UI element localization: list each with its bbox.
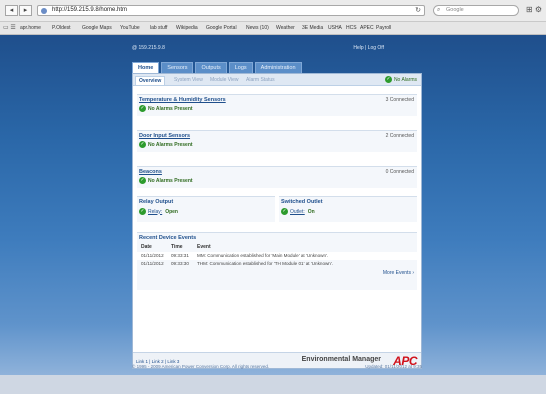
browser-toolbar: ◂ ▸ http://159.215.9.8/home.htm ↻ ⌕ Goog… (0, 0, 546, 22)
event-date: 01/11/2012 (141, 261, 164, 266)
bookmark-item[interactable]: Wikipedia (176, 25, 198, 31)
switched-outlet-title: Switched Outlet (281, 199, 323, 205)
bookmark-item[interactable]: apr.home (20, 25, 41, 31)
subtab-alarm-status[interactable]: Alarm Status (243, 76, 278, 85)
check-icon: ✓ (139, 208, 146, 215)
section-door-input: Door Input Sensors 2 Connected ✓ No Alar… (137, 130, 417, 152)
search-icon: ⌕ (437, 7, 441, 13)
outlet-item: ✓ Outlet: On (281, 208, 315, 215)
bookmark-item[interactable]: YouTube (120, 25, 140, 31)
search-input[interactable]: ⌕ Google (433, 5, 519, 16)
alarm-status-text: No Alarms (393, 76, 417, 83)
section-count: 3 Connected (385, 97, 414, 103)
updated-text: Updated: 01/11/2012 at 9:35 (365, 364, 422, 369)
search-placeholder: Google (446, 7, 464, 13)
section-title-link[interactable]: Door Input Sensors (139, 133, 190, 139)
relay-item: ✓ Relay: Open (139, 208, 178, 215)
event-text: MM: Communication established for 'Main … (197, 253, 329, 258)
bookmark-item[interactable]: USHA (328, 25, 342, 31)
event-date: 01/11/2012 (141, 253, 164, 258)
main-tabs: Home Sensors Outputs Logs Administration (132, 62, 304, 73)
bookmark-item[interactable]: Google Portal (206, 25, 237, 31)
section-status-text: No Alarms Present (148, 105, 193, 112)
section-beacons: Beacons 0 Connected ✓ No Alarms Present (137, 166, 417, 188)
main-panel: Overview System View Module View Alarm S… (132, 73, 422, 369)
tab-logs[interactable]: Logs (228, 62, 253, 73)
bookmark-item[interactable]: APEC (360, 25, 374, 31)
check-icon: ✓ (139, 141, 146, 148)
section-status: ✓ No Alarms Present (139, 105, 193, 112)
tab-administration[interactable]: Administration (254, 62, 302, 73)
events-header-event: Event (197, 244, 211, 250)
back-icon[interactable]: ◂ (5, 5, 18, 16)
section-title-link[interactable]: Temperature & Humidity Sensors (139, 97, 226, 103)
outlet-link[interactable]: Outlet: (290, 209, 305, 215)
bookmark-item[interactable]: 3E Media (302, 25, 323, 31)
bookmark-icons[interactable]: ▭ ☰ (3, 24, 16, 31)
table-row: 01/11/2012 09:33:30 THM: Communication e… (137, 260, 417, 268)
bookmark-item[interactable]: lab stuff (150, 25, 167, 31)
subtab-module-view[interactable]: Module View (207, 76, 242, 85)
recent-events-title: Recent Device Events (139, 235, 197, 241)
events-header-date: Date (141, 244, 152, 250)
reload-icon[interactable]: ↻ (415, 6, 421, 14)
event-time: 09:33:31 (171, 253, 189, 258)
more-events-link[interactable]: More Events › (383, 270, 414, 276)
relay-output-section: Relay Output ✓ Relay: Open (137, 196, 275, 222)
section-status-text: No Alarms Present (148, 177, 193, 184)
help-logoff-links[interactable]: Help | Log Off (353, 45, 384, 51)
relay-output-title: Relay Output (139, 199, 174, 205)
section-status: ✓ No Alarms Present (139, 141, 193, 148)
web-page: @ 159.215.9.8 Help | Log Off Home Sensor… (0, 35, 546, 394)
relay-value: Open (165, 208, 178, 215)
section-title-link[interactable]: Beacons (139, 169, 162, 175)
device-ip: @ 159.215.9.8 (132, 45, 165, 51)
section-temp-humidity: Temperature & Humidity Sensors 3 Connect… (137, 94, 417, 116)
event-text: THM: Communication established for 'TH M… (197, 261, 334, 266)
bookmark-item[interactable]: News (10) (246, 25, 269, 31)
recent-events-section: Recent Device Events Date Time Event 01/… (137, 232, 417, 290)
relay-link[interactable]: Relay: (148, 209, 162, 215)
section-status-text: No Alarms Present (148, 141, 193, 148)
tab-sensors[interactable]: Sensors (161, 62, 194, 73)
bookmark-item[interactable]: Payroll (376, 25, 391, 31)
bookmarks-bar: ▭ ☰ apr.home P.Oldest Google Maps YouTub… (0, 22, 546, 35)
globe-icon (41, 8, 47, 14)
url-text: http://159.215.9.8/home.htm (52, 7, 128, 13)
table-row: 01/11/2012 09:33:31 MM: Communication es… (137, 252, 417, 260)
check-icon: ✓ (384, 76, 392, 83)
bookmark-item[interactable]: Google Maps (82, 25, 112, 31)
copyright-text: © 1995 - 2009 American Power Conversion … (132, 364, 270, 369)
browser-tools-icons[interactable]: ⊞ ⚙ (526, 5, 542, 14)
check-icon: ✓ (139, 177, 146, 184)
subtab-overview[interactable]: Overview (135, 76, 166, 85)
tab-home[interactable]: Home (132, 62, 160, 73)
tab-outputs[interactable]: Outputs (195, 62, 227, 73)
switched-outlet-section: Switched Outlet ✓ Outlet: On (279, 196, 417, 222)
bookmark-item[interactable]: Weather (276, 25, 295, 31)
section-count: 0 Connected (385, 169, 414, 175)
events-header-time: Time (171, 244, 183, 250)
check-icon: ✓ (281, 208, 288, 215)
section-status: ✓ No Alarms Present (139, 177, 193, 184)
subtab-bar: Overview System View Module View Alarm S… (133, 74, 421, 86)
check-icon: ✓ (139, 105, 146, 112)
product-title: Environmental Manager (301, 356, 381, 363)
section-count: 2 Connected (385, 133, 414, 139)
outlet-value: On (307, 208, 315, 215)
subtab-system-view[interactable]: System View (171, 76, 206, 85)
address-bar[interactable]: http://159.215.9.8/home.htm ↻ (37, 5, 425, 16)
alarm-status-indicator[interactable]: ✓ No Alarms (384, 76, 417, 83)
forward-icon[interactable]: ▸ (19, 5, 32, 16)
nav-buttons: ◂ ▸ (5, 5, 32, 16)
bookmark-item[interactable]: P.Oldest (52, 25, 71, 31)
bookmark-item[interactable]: HCS (346, 25, 357, 31)
event-time: 09:33:30 (171, 261, 189, 266)
